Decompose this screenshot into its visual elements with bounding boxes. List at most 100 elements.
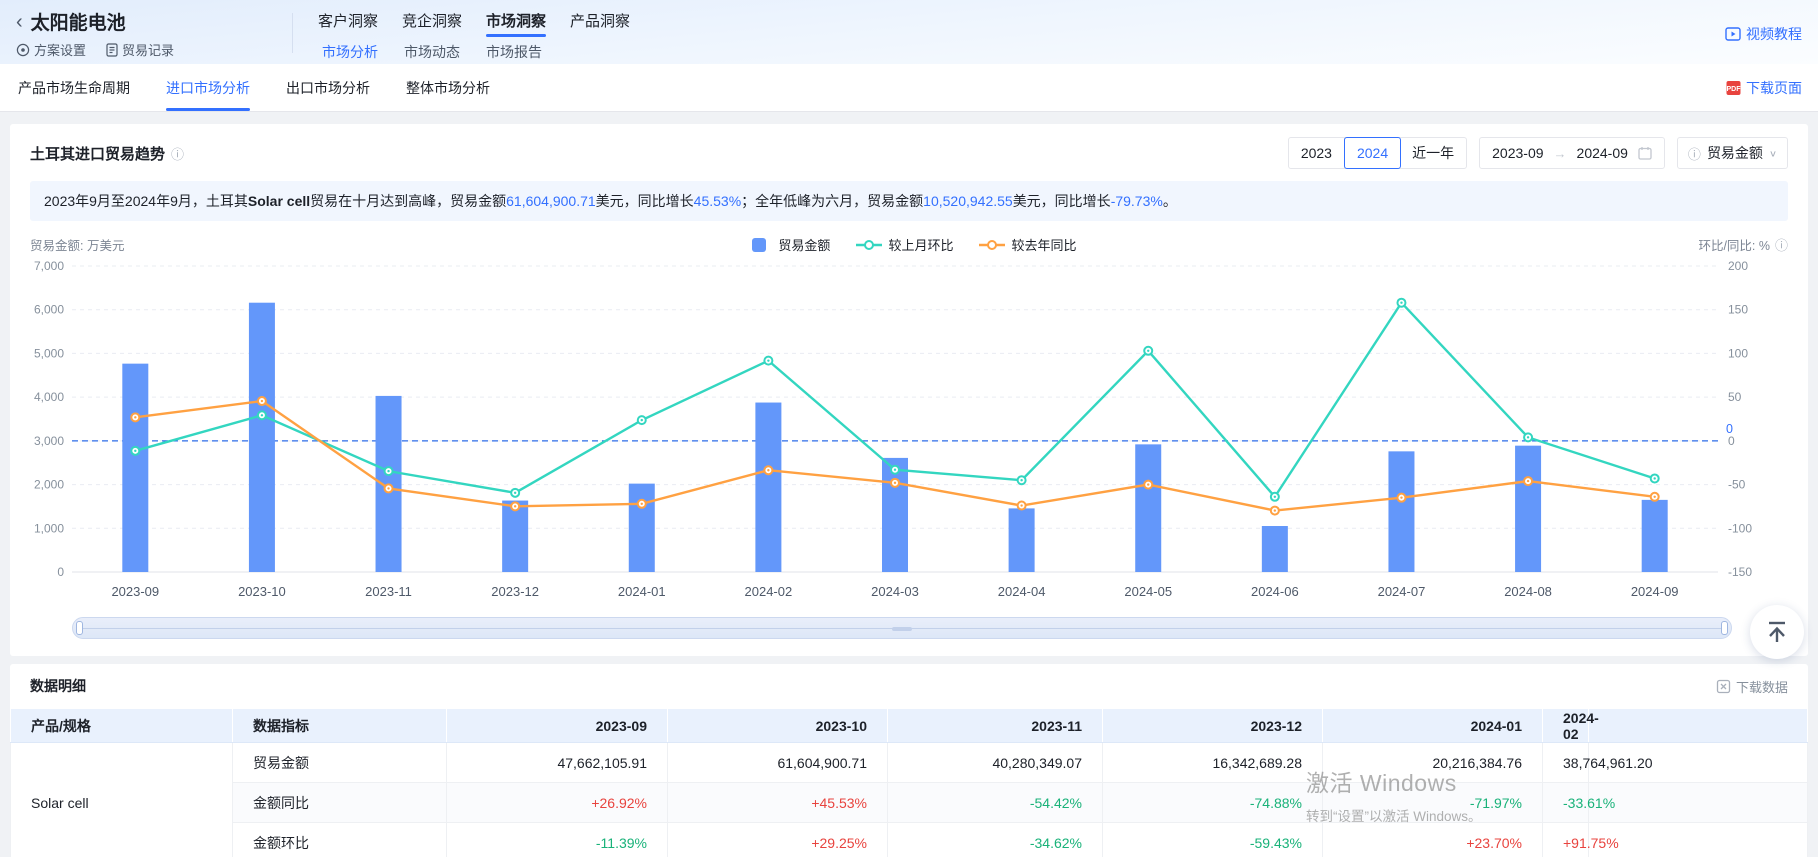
- point-dot: [1400, 496, 1402, 498]
- bar-2024-04: [1009, 508, 1035, 572]
- value-cell: +26.92%: [447, 783, 668, 823]
- trend-chart: 7,0002006,0001505,0001004,000503,00002,0…: [24, 256, 1794, 604]
- up-to-top-icon: [1764, 619, 1790, 645]
- play-video-icon: [1725, 26, 1741, 42]
- point-dot: [514, 492, 516, 494]
- summary-text: 2023年9月至2024年9月，土耳其: [44, 193, 248, 209]
- point-dot: [1020, 479, 1022, 481]
- info-icon[interactable]: ⓘ: [171, 144, 184, 163]
- legend-item-贸易金额[interactable]: 贸易金额: [746, 235, 830, 254]
- point-dot: [387, 487, 389, 489]
- trend-title: 土耳其进口贸易趋势: [30, 143, 165, 164]
- point-dot: [261, 400, 263, 402]
- right-axis-tick: 50: [1728, 390, 1742, 404]
- nav-item-产品市场生命周期[interactable]: 产品市场生命周期: [18, 64, 130, 111]
- column-header-2023-11: 2023-11: [888, 709, 1103, 743]
- column-header-metric: 数据指标: [233, 709, 447, 743]
- right-axis-tick: 150: [1728, 303, 1748, 317]
- video-tutorial-button[interactable]: 视频教程: [1725, 24, 1802, 44]
- legend-item-较上月环比[interactable]: 较上月环比: [856, 235, 953, 254]
- bar-2024-02: [755, 403, 781, 572]
- point-dot: [767, 359, 769, 361]
- x-axis-label: 2023-10: [238, 584, 286, 599]
- chart-legend: 贸易金额 较上月环比 较去年同比: [124, 235, 1698, 254]
- pdf-icon: PDF: [1726, 80, 1741, 96]
- year-button-2024[interactable]: 2024: [1344, 137, 1401, 169]
- summary-banner: 2023年9月至2024年9月，土耳其Solar cell贸易在十月达到高峰，贸…: [30, 181, 1788, 221]
- left-axis-tick: 7,000: [34, 259, 64, 273]
- value-cell: -59.43%: [1103, 823, 1323, 857]
- sub-tabs: 市场分析 市场动态 市场报告: [322, 42, 542, 62]
- value-cell: 40,280,349.07: [888, 743, 1103, 783]
- point-dot: [1653, 496, 1655, 498]
- tab-竞企洞察[interactable]: 竞企洞察: [402, 10, 462, 37]
- metric-select[interactable]: ⓘ 贸易金额 ∨: [1677, 137, 1788, 169]
- legend-bar-swatch: [746, 238, 772, 252]
- value-cell: 47,662,105.91: [447, 743, 668, 783]
- point-dot: [134, 416, 136, 418]
- calendar-icon: [1638, 146, 1652, 160]
- nav-item-出口市场分析[interactable]: 出口市场分析: [286, 64, 370, 111]
- main-tabs: 客户洞察竞企洞察市场洞察产品洞察: [318, 10, 630, 37]
- left-axis-tick: 3,000: [34, 434, 64, 448]
- zoom-handle-left[interactable]: [76, 621, 83, 635]
- range-arrow-icon: →: [1554, 146, 1567, 161]
- value-cell: 38,764,961.20: [1543, 743, 1589, 783]
- left-axis-title: 贸易金额: 万美元: [30, 235, 124, 254]
- table-section-title: 数据明细: [30, 676, 86, 696]
- table-row: Solar cell贸易金额47,662,105.9161,604,900.71…: [11, 743, 1808, 783]
- legend-item-较去年同比[interactable]: 较去年同比: [979, 235, 1076, 254]
- product-cell: Solar cell: [11, 743, 233, 857]
- value-cell: -34.62%: [888, 823, 1103, 857]
- point-dot: [894, 469, 896, 471]
- legend-label: 较上月环比: [888, 235, 953, 254]
- nav-item-进口市场分析[interactable]: 进口市场分析: [166, 64, 250, 111]
- subtab-市场报告[interactable]: 市场报告: [486, 42, 542, 62]
- bar-2024-06: [1262, 526, 1288, 572]
- x-axis-label: 2024-07: [1378, 584, 1426, 599]
- point-dot: [1653, 477, 1655, 479]
- value-cell: -33.61%: [1543, 783, 1589, 823]
- right-axis-tick: -150: [1728, 565, 1752, 579]
- column-header-filler: [1589, 709, 1808, 743]
- excel-download-icon: [1716, 679, 1731, 694]
- bar-2024-05: [1135, 444, 1161, 572]
- tab-产品洞察[interactable]: 产品洞察: [570, 10, 630, 37]
- table-row: 金额同比+26.92%+45.53%-54.42%-74.88%-71.97%-…: [11, 783, 1808, 823]
- right-axis-title: 环比/同比: %: [1698, 235, 1770, 254]
- tab-客户洞察[interactable]: 客户洞察: [318, 10, 378, 37]
- x-axis-label: 2024-03: [871, 584, 919, 599]
- header-divider: [292, 13, 293, 53]
- point-dot: [387, 470, 389, 472]
- download-page-label: 下载页面: [1746, 78, 1802, 98]
- value-cell: -54.42%: [888, 783, 1103, 823]
- year-button-2023[interactable]: 2023: [1289, 138, 1345, 168]
- back-to-top-button[interactable]: [1750, 605, 1804, 659]
- nav-item-整体市场分析[interactable]: 整体市场分析: [406, 64, 490, 111]
- trade-records-button[interactable]: 贸易记录: [106, 40, 174, 59]
- zoom-handle-right[interactable]: [1721, 621, 1728, 635]
- chart-zoom-slider[interactable]: [72, 617, 1732, 639]
- right-axis-tick: 100: [1728, 346, 1748, 360]
- axis-info-icon[interactable]: ⓘ: [1775, 235, 1788, 254]
- column-header-2023-10: 2023-10: [668, 709, 888, 743]
- tab-市场洞察[interactable]: 市场洞察: [486, 10, 546, 37]
- back-icon[interactable]: ‹: [16, 12, 23, 32]
- metric-cell: 贸易金额: [233, 743, 447, 783]
- scheme-settings-button[interactable]: 方案设置: [16, 40, 86, 59]
- summary-text: 美元，同比增长: [1013, 193, 1111, 209]
- value-cell: +23.70%: [1323, 823, 1543, 857]
- legend-label: 贸易金额: [778, 235, 830, 254]
- subtab-市场动态[interactable]: 市场动态: [404, 42, 460, 62]
- left-axis-tick: 0: [57, 565, 64, 579]
- x-axis-label: 2024-09: [1631, 584, 1679, 599]
- summary-text: 。: [1163, 193, 1177, 209]
- download-page-button[interactable]: PDF 下载页面: [1726, 64, 1802, 111]
- date-from: 2023-09: [1492, 145, 1543, 161]
- subtab-市场分析[interactable]: 市场分析: [322, 42, 378, 62]
- zoom-center-handle[interactable]: [892, 627, 912, 631]
- year-button-近一年[interactable]: 近一年: [1400, 138, 1466, 168]
- date-range-picker[interactable]: 2023-09 → 2024-09: [1479, 137, 1665, 169]
- scheme-settings-label: 方案设置: [34, 40, 86, 59]
- download-data-button[interactable]: 下载数据: [1716, 677, 1788, 696]
